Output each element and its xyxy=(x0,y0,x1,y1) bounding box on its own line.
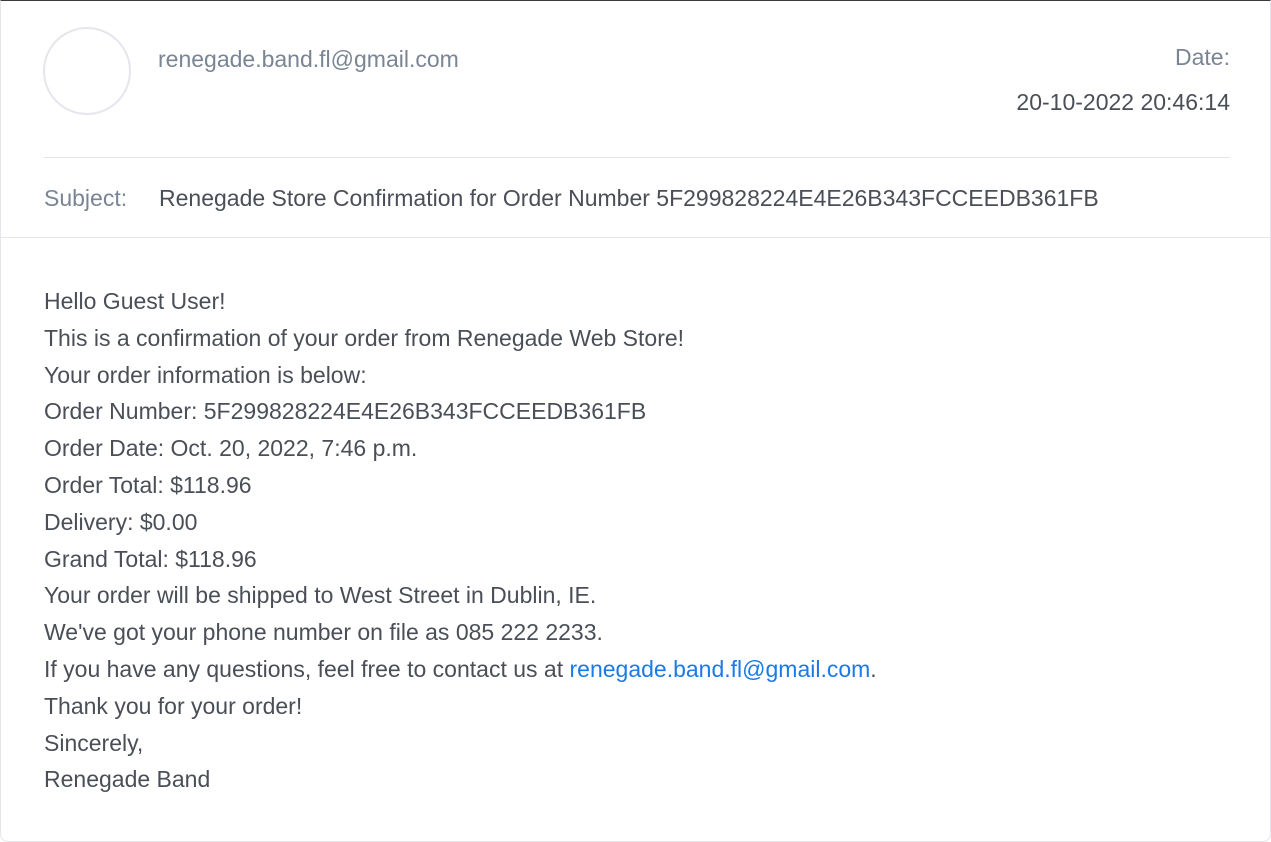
info-heading-line: Your order information is below: xyxy=(44,361,367,388)
date-value: 20-10-2022 20:46:14 xyxy=(1016,89,1230,115)
contact-line: If you have any questions, feel free to … xyxy=(44,651,1230,688)
order-date-line: Order Date: Oct. 20, 2022, 7:46 p.m. xyxy=(44,435,418,462)
email-body: Hello Guest User! This is a confirmation… xyxy=(44,283,1230,798)
signoff-line: Sincerely, xyxy=(44,729,144,756)
contact-email-link[interactable]: renegade.band.fl@gmail.com xyxy=(570,656,871,682)
order-total-line: Order Total: $118.96 xyxy=(44,471,252,498)
phone-line: We've got your phone number on file as 0… xyxy=(44,619,603,646)
email-view: renegade.band.fl@gmail.com Date: 20-10-2… xyxy=(0,0,1271,842)
header-divider xyxy=(44,157,1230,158)
signature-line: Renegade Band xyxy=(44,766,211,793)
date-label: Date: xyxy=(1175,44,1230,70)
greeting-line: Hello Guest User! xyxy=(44,288,226,314)
sender-email: renegade.band.fl@gmail.com xyxy=(158,46,459,72)
subject-value: Renegade Store Confirmation for Order Nu… xyxy=(159,185,1099,211)
intro-line: This is a confirmation of your order fro… xyxy=(44,324,685,351)
sender-avatar xyxy=(43,27,131,115)
delivery-line: Delivery: $0.00 xyxy=(44,508,198,535)
contact-prefix: If you have any questions, feel free to … xyxy=(44,655,570,682)
contact-suffix: . xyxy=(870,655,877,682)
subject-label: Subject: xyxy=(44,185,128,211)
thanks-line: Thank you for your order! xyxy=(44,692,303,719)
grand-total-line: Grand Total: $118.96 xyxy=(44,545,257,572)
shipping-line: Your order will be shipped to West Stree… xyxy=(44,582,597,609)
order-number-line: Order Number: 5F299828224E4E26B343FCCEED… xyxy=(44,398,647,425)
email-header: renegade.band.fl@gmail.com Date: 20-10-2… xyxy=(1,1,1270,238)
